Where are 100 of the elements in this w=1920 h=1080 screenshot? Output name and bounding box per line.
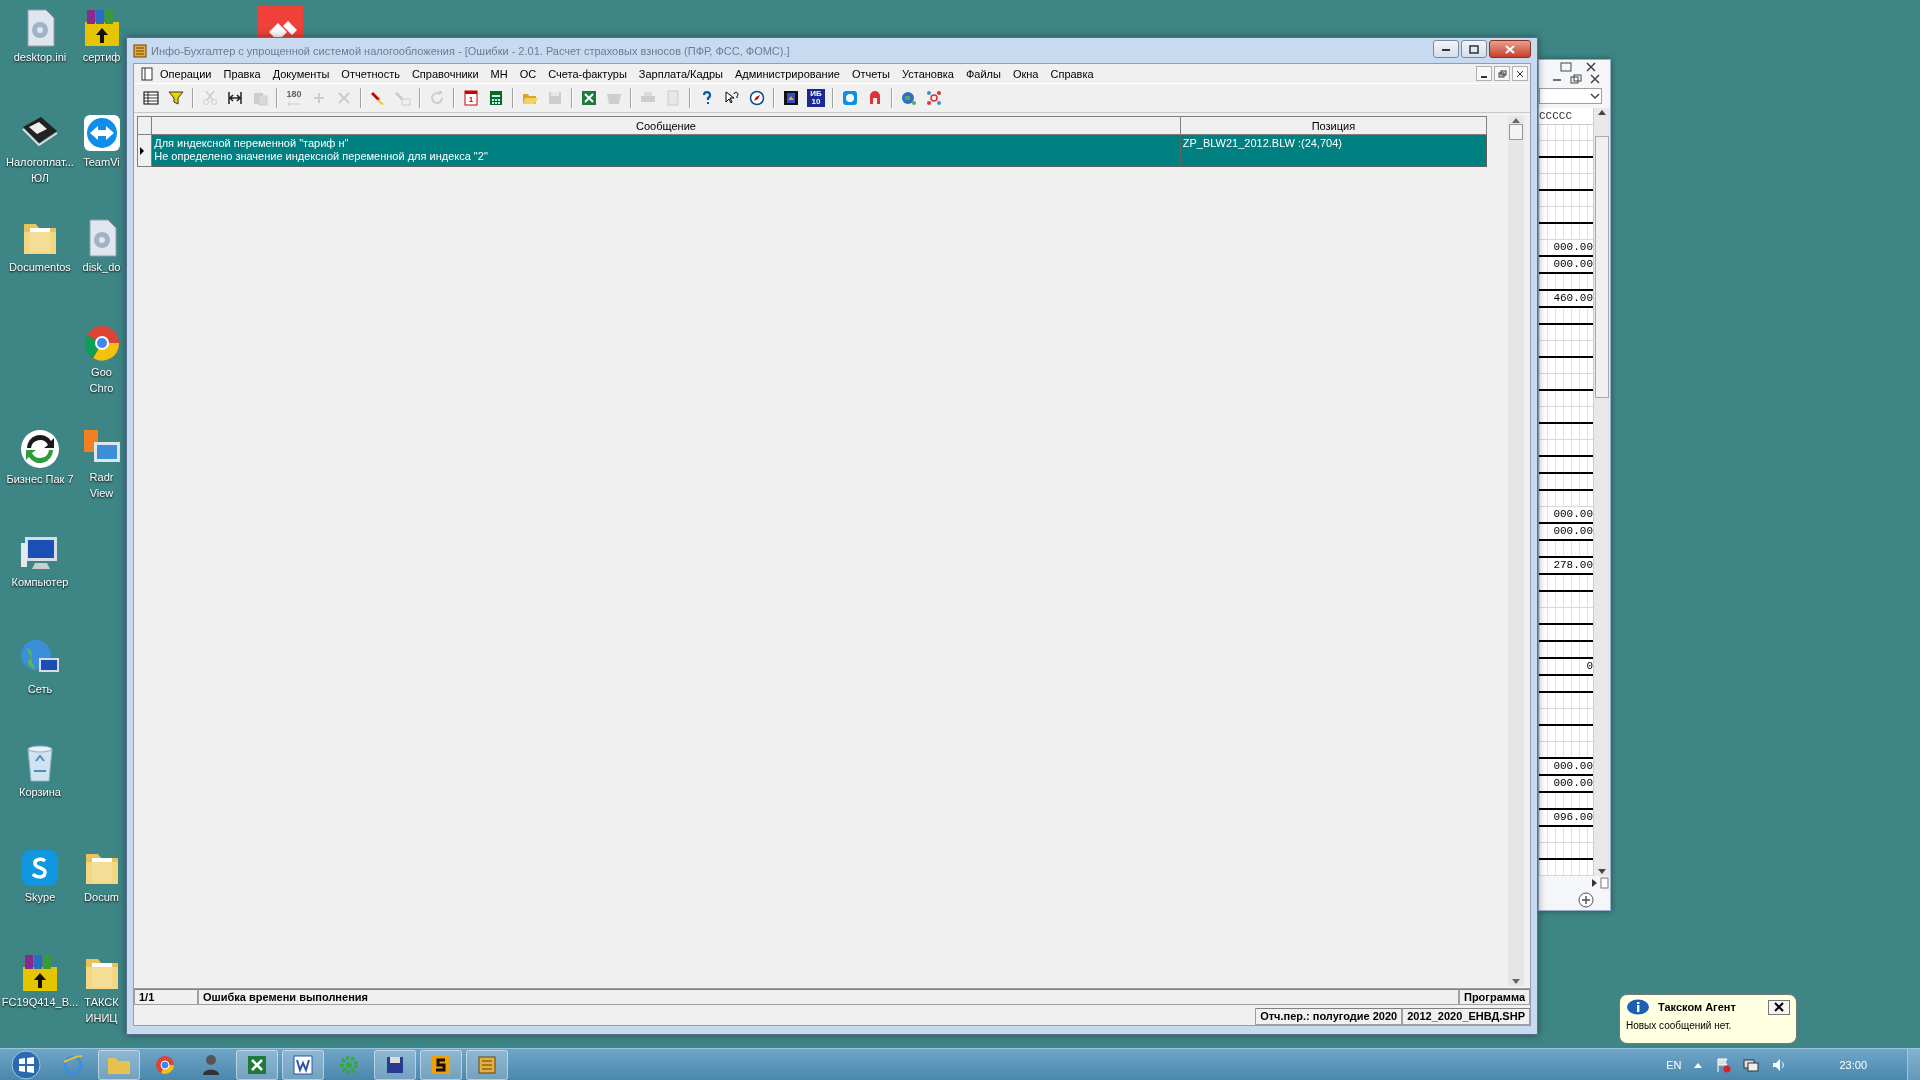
grid-row [1539,274,1593,291]
taskbar-icon[interactable] [282,1050,324,1080]
close-button[interactable] [1489,40,1531,58]
clock[interactable]: 23:00 [1839,1059,1867,1071]
grid-row [1539,191,1593,207]
icon-label[interactable]: Chro [89,382,114,395]
column-header[interactable]: Позиция [1180,116,1487,135]
maximize-icon [1469,44,1479,54]
close-icon[interactable] [1586,61,1596,72]
close-button[interactable] [1768,999,1790,1015]
icon-label[interactable]: Налогоплат... [6,156,74,169]
icon-label[interactable]: Бизнес Пак 7 [6,473,74,486]
menu-item[interactable]: Операции [154,67,218,80]
icon-label[interactable]: ТАКСК [84,996,119,1009]
dropdown-field[interactable] [1539,88,1602,104]
icon-label[interactable]: View [89,487,114,500]
spreadsheet-icon [581,90,597,106]
icon-label[interactable]: disk_do [82,261,121,274]
menu-item[interactable]: Окна [1006,67,1045,80]
icon-label[interactable]: Skype [24,891,56,904]
grid-row [1539,125,1593,141]
restore-icon[interactable] [1570,73,1582,84]
icon-label[interactable]: ЮЛ [31,172,49,185]
scroll-up-icon[interactable] [1597,108,1607,116]
floppy-icon [385,1055,405,1075]
menu-item[interactable]: Файлы [959,67,1007,80]
grid-row [1539,474,1593,491]
scroll-thumb[interactable] [1595,136,1609,398]
grid-row [1539,374,1593,391]
icon-label[interactable]: сертиф [82,51,121,64]
grid-cell: 0 [1586,659,1593,674]
minimize-button[interactable] [1433,40,1459,58]
grid-row [1539,541,1593,558]
menu-item[interactable]: Отчетность [335,67,406,80]
folder-icon [107,1055,131,1075]
icon-label[interactable]: Goo [91,366,112,379]
filter-icon [168,90,184,106]
chevron-up-icon[interactable] [1693,1061,1704,1069]
scroll-down-icon[interactable] [1597,868,1607,876]
maximize-icon[interactable] [1560,61,1572,72]
icon-label[interactable]: Documentos [9,261,71,274]
menu-item[interactable]: Правка [217,67,267,80]
grid-row [1539,676,1593,693]
menu-item[interactable]: Отчеты [845,67,896,80]
browser-icon [62,1054,84,1076]
grid-row [1539,358,1593,374]
icon-label[interactable]: desktop.ini [13,51,67,64]
scroll-thumb[interactable] [1509,124,1523,140]
grid-row [1539,207,1593,224]
toolbar-button[interactable]: ИБ 10 [805,87,827,109]
language-indicator[interactable]: EN [1666,1059,1682,1071]
app-icon[interactable] [257,6,303,37]
grid-cell: 000.00 [1553,240,1593,255]
restore-button[interactable] [1494,66,1510,81]
menu-item[interactable]: МН [484,67,514,80]
grid-row [1539,440,1593,457]
status-message: Ошибка времени выполнения [198,989,1459,1005]
close-button[interactable] [1512,66,1528,81]
menu-item[interactable]: Администрирование [729,67,846,80]
column-header[interactable]: Сообщение [151,116,1181,135]
cycle-arrows-icon [19,428,61,470]
remote-icon [842,90,858,106]
scrollbar[interactable] [1508,116,1524,986]
icon-label[interactable]: Компьютер [11,576,69,589]
grid-row [1539,341,1593,358]
icon-label[interactable]: FC19Q414_B... [1,996,79,1009]
grid-cell: 278.00 [1553,558,1593,573]
grid-row [1539,141,1593,158]
toolbar-button[interactable]: 1 [460,87,482,109]
menu-item[interactable]: Счета-фактуры [542,67,633,80]
grid-cell: 000.00 [1553,507,1593,522]
menu-item[interactable]: Справочники [405,67,485,80]
icon-label[interactable]: TeamVi [83,156,120,169]
taskbar-icon[interactable] [420,1050,462,1080]
add-icon[interactable] [1576,890,1596,910]
flag-icon[interactable] [1715,1057,1732,1073]
network-icon [926,90,942,106]
menu-item[interactable]: Справка [1044,67,1100,80]
skype-icon [20,848,60,888]
app-icon [477,1055,497,1075]
scrollbar[interactable] [1593,108,1610,876]
icon-label[interactable]: Сеть [27,683,53,696]
grid-row [1539,693,1593,709]
icon-label[interactable]: ИНИЦ [85,1012,118,1025]
menu-item[interactable]: ОС [513,67,543,80]
maximize-button[interactable] [1461,40,1487,58]
menu-item[interactable]: Установка [895,67,960,80]
icon-label[interactable]: Docum [84,891,119,904]
menu-item[interactable]: Документы [266,67,336,80]
minimize-button[interactable] [1476,66,1492,81]
close-icon[interactable] [1590,73,1600,84]
icon-label[interactable]: Radr [89,471,114,484]
menu-item[interactable]: Зарплата/Кадры [632,67,730,80]
network-icon[interactable] [1743,1057,1760,1073]
grid-row [1539,424,1593,440]
taskbar-icon[interactable] [374,1050,416,1080]
scroll-down-icon[interactable] [1511,978,1521,986]
replace-icon [395,90,411,106]
grid-row [1539,709,1593,726]
icon-label[interactable]: Корзина [19,786,61,799]
